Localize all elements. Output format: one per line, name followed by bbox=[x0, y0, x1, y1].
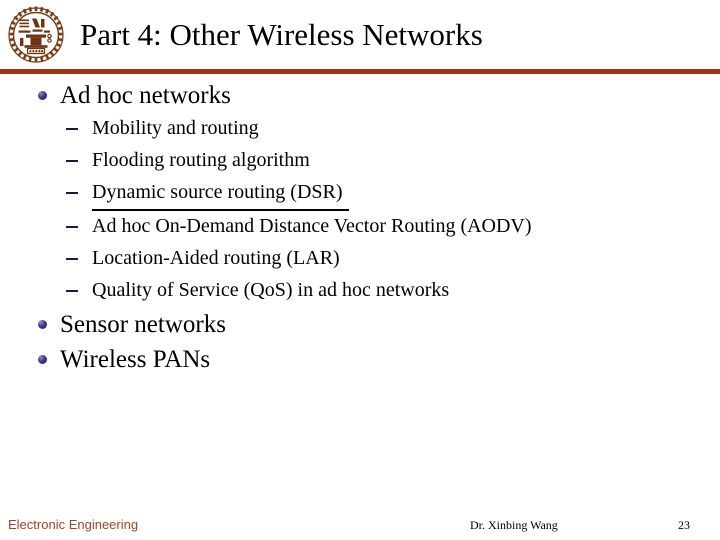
sub-bullet-label: Quality of Service (QoS) in ad hoc netwo… bbox=[92, 278, 450, 301]
sub-bullet-label: Mobility and routing bbox=[92, 117, 259, 139]
bullet-label: Ad hoc networks bbox=[60, 82, 231, 109]
sphere-bullet-icon bbox=[38, 91, 47, 100]
sub-bullet-item-aodv: Ad hoc On-Demand Distance Vector Routing… bbox=[62, 211, 720, 243]
dash-bullet-icon bbox=[66, 128, 78, 130]
sub-bullet-item-flooding-routing-algorithm: Flooding routing algorithm bbox=[62, 145, 720, 177]
bullet-item-sensor-networks: Sensor networks bbox=[34, 307, 720, 342]
sub-bullet-item-dynamic-source-routing: Dynamic source routing (DSR) bbox=[62, 177, 720, 212]
sub-bullet-label: Location-Aided routing (LAR) bbox=[92, 247, 340, 270]
dash-bullet-icon bbox=[66, 226, 78, 229]
dash-bullet-icon bbox=[66, 258, 78, 261]
sphere-bullet-icon bbox=[38, 319, 47, 329]
bullet-item-ad-hoc-networks: Ad hoc networks bbox=[34, 78, 720, 113]
footer-department-label: Electronic Engineering bbox=[8, 517, 139, 532]
sub-bullet-group: Mobility and routing Flooding routing al… bbox=[0, 113, 720, 307]
dash-bullet-icon bbox=[66, 191, 78, 194]
sub-bullet-label: Flooding routing algorithm bbox=[92, 148, 310, 171]
title-divider-rule bbox=[0, 69, 720, 74]
bullet-label: Sensor networks bbox=[60, 310, 226, 338]
sphere-bullet-icon bbox=[38, 354, 47, 364]
university-seal-icon bbox=[6, 5, 66, 65]
slide-page-number: 23 bbox=[678, 518, 690, 532]
bullet-item-wireless-pans: Wireless PANs bbox=[34, 342, 720, 377]
sub-bullet-label: Ad hoc On-Demand Distance Vector Routing… bbox=[92, 215, 532, 238]
sub-bullet-item-lar: Location-Aided routing (LAR) bbox=[62, 243, 720, 275]
sub-bullet-item-qos: Quality of Service (QoS) in ad hoc netwo… bbox=[62, 275, 720, 307]
bullet-label: Wireless PANs bbox=[60, 345, 211, 373]
presentation-slide: Part 4: Other Wireless Networks Ad hoc n… bbox=[0, 0, 720, 540]
slide-header: Part 4: Other Wireless Networks bbox=[0, 0, 720, 70]
dash-bullet-icon bbox=[66, 289, 78, 292]
slide-footer: Electronic Engineering Dr. Xinbing Wang … bbox=[0, 512, 720, 540]
dash-bullet-icon bbox=[66, 159, 78, 162]
sub-bullet-item-mobility-and-routing: Mobility and routing bbox=[62, 113, 720, 145]
slide-body: Ad hoc networks Mobility and routing Flo… bbox=[0, 78, 720, 478]
sub-bullet-label-highlighted: Dynamic source routing (DSR) bbox=[92, 177, 349, 212]
footer-author-label: Dr. Xinbing Wang bbox=[470, 518, 558, 532]
page-title: Part 4: Other Wireless Networks bbox=[80, 17, 483, 52]
